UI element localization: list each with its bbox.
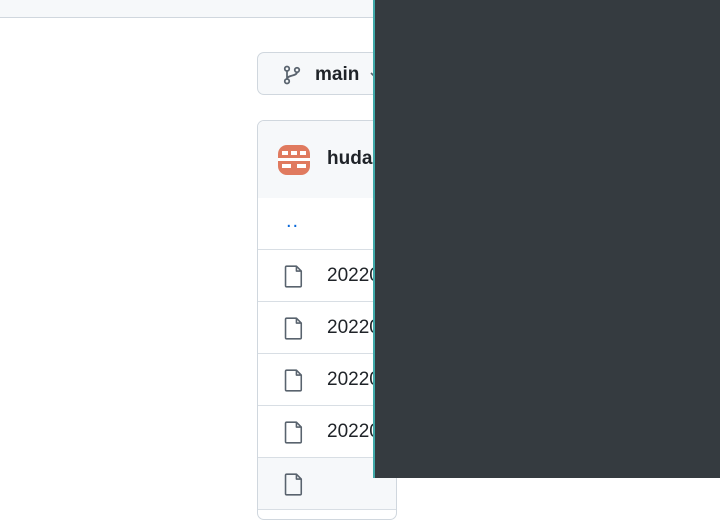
dark-overlay-panel: [373, 0, 720, 478]
file-icon: [284, 421, 303, 444]
file-name[interactable]: 20220: [327, 317, 380, 339]
file-icon: [284, 265, 303, 288]
branch-name: main: [315, 64, 360, 85]
file-icon: [284, 473, 303, 496]
file-icon: [284, 369, 303, 392]
git-branch-icon: [283, 65, 301, 85]
file-name[interactable]: 20220: [327, 265, 380, 287]
file-name[interactable]: 20220: [327, 421, 380, 443]
parent-directory-link[interactable]: ..: [286, 210, 299, 233]
repo-owner[interactable]: huda: [327, 148, 372, 170]
file-icon: [284, 317, 303, 340]
file-name[interactable]: 20220: [327, 369, 380, 391]
avatar[interactable]: [278, 145, 310, 175]
